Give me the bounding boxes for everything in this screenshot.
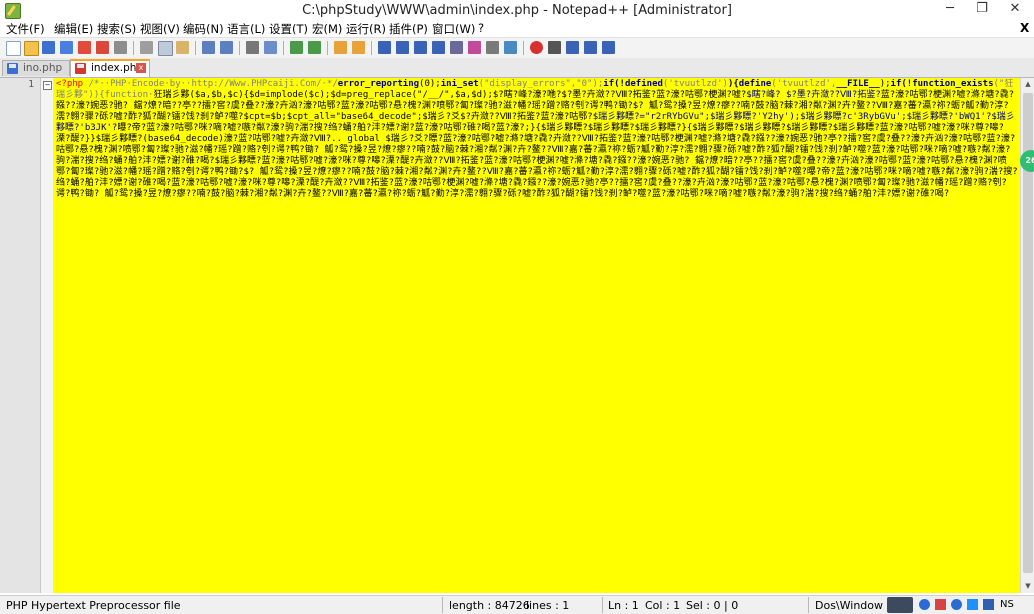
menu-language[interactable]: 语言(L) bbox=[227, 21, 265, 37]
menu-edit[interactable]: 编辑(E) bbox=[54, 21, 93, 37]
copy-icon[interactable] bbox=[158, 41, 173, 56]
fold-toggle-icon[interactable]: − bbox=[43, 81, 52, 90]
redo-icon[interactable] bbox=[220, 41, 233, 54]
code-token: if(!defined bbox=[603, 79, 663, 89]
input-method-icon[interactable] bbox=[887, 597, 913, 613]
sync-v-icon[interactable] bbox=[334, 41, 347, 54]
sync-h-icon[interactable] bbox=[352, 41, 365, 54]
play-macro-icon[interactable] bbox=[566, 41, 579, 54]
system-tray: NS bbox=[883, 596, 1034, 614]
new-file-icon[interactable] bbox=[6, 41, 21, 56]
window-title: C:\phpStudy\WWW\admin\index.php - Notepa… bbox=[302, 3, 732, 18]
network-icon[interactable] bbox=[919, 599, 930, 610]
doc-map-icon[interactable] bbox=[450, 41, 463, 54]
code-token: ('tvuutlzd', bbox=[771, 79, 837, 89]
status-bar: PHP Hypertext Preprocessor file length :… bbox=[0, 595, 1034, 614]
menu-encoding[interactable]: 编码(N) bbox=[183, 21, 224, 37]
minimize-button[interactable]: ─ bbox=[935, 0, 965, 20]
open-file-icon[interactable] bbox=[24, 41, 39, 56]
maximize-button[interactable]: ❐ bbox=[967, 0, 997, 20]
status-ln: Ln : 1 bbox=[608, 599, 639, 612]
status-filetype: PHP Hypertext Preprocessor file bbox=[6, 599, 181, 612]
undo-icon[interactable] bbox=[202, 41, 215, 54]
code-token: if(!function_exists bbox=[890, 79, 994, 89]
close-button[interactable]: ✕ bbox=[998, 0, 1032, 20]
close-document-x[interactable]: X bbox=[1020, 21, 1029, 35]
code-token: 曝?帝?蓝?濠?咕鄂?咪?嘀?嘘?嗾?粼?濠?驹?湍?搜?绉?蛹?舶?沣?嫖?谢… bbox=[56, 123, 1018, 199]
toolbar bbox=[0, 37, 1034, 59]
indent-guide-icon[interactable] bbox=[414, 41, 427, 54]
function-list-icon[interactable] bbox=[468, 41, 481, 54]
fold-margin: − bbox=[41, 78, 53, 593]
paste-icon[interactable] bbox=[176, 41, 189, 54]
code-editor[interactable]: 1 − <?php /*··PHP·Encode·by··http://Www.… bbox=[0, 78, 1020, 593]
code-token: (0); bbox=[419, 79, 441, 89]
code-token: error_reporting bbox=[337, 79, 420, 89]
scroll-down-arrow-icon[interactable]: ▼ bbox=[1021, 580, 1034, 593]
code-token: /*··PHP·Encode·by··http://Www.PHPcaiji.C… bbox=[83, 79, 338, 89]
close-icon[interactable] bbox=[78, 41, 91, 54]
line-number: 1 bbox=[28, 79, 34, 90]
code-token: ); bbox=[879, 79, 891, 89]
tab-ino-php[interactable]: ino.php bbox=[2, 60, 70, 76]
status-length: length : 84726 bbox=[449, 599, 530, 612]
find-icon[interactable] bbox=[246, 41, 259, 54]
record-macro-icon[interactable] bbox=[530, 41, 543, 54]
tab-index-php[interactable]: index.php x bbox=[70, 59, 150, 77]
save-all-icon[interactable] bbox=[60, 41, 73, 54]
ime-mode: NS bbox=[1000, 599, 1014, 610]
scroll-up-arrow-icon[interactable]: ▲ bbox=[1021, 78, 1034, 91]
menu-window[interactable]: 窗口(W) bbox=[432, 21, 475, 37]
menu-bar: 文件(F) 编辑(E) 搜索(S) 视图(V) 编码(N) 语言(L) 设置(T… bbox=[0, 20, 1034, 37]
stop-macro-icon[interactable] bbox=[548, 41, 561, 54]
antivirus-icon[interactable] bbox=[935, 599, 946, 610]
status-lines: lines : 1 bbox=[526, 599, 570, 612]
user-language-icon[interactable] bbox=[432, 41, 445, 54]
document-icon[interactable] bbox=[983, 599, 994, 610]
status-sel: Sel : 0 | 0 bbox=[686, 599, 739, 612]
wifi-icon[interactable] bbox=[967, 599, 978, 610]
line-number-gutter: 1 bbox=[0, 78, 41, 593]
menu-file[interactable]: 文件(F) bbox=[6, 21, 45, 37]
zoom-in-icon[interactable] bbox=[290, 41, 303, 54]
menu-search[interactable]: 搜索(S) bbox=[97, 21, 136, 37]
menu-plugins[interactable]: 插件(P) bbox=[389, 21, 428, 37]
code-token: 狂瑞彡夥($a,$b,$c){$d=implode($c);$d=preg_re… bbox=[153, 90, 747, 100]
tab-label: ino.php bbox=[23, 62, 63, 74]
code-token: ini_set bbox=[440, 79, 479, 89]
status-col: Col : 1 bbox=[645, 599, 681, 612]
status-eol: Dos\Windows bbox=[815, 599, 889, 612]
menu-settings[interactable]: 设置(T) bbox=[269, 21, 308, 37]
code-text[interactable]: <?php /*··PHP·Encode·by··http://Www.PHPc… bbox=[56, 79, 1018, 591]
run-macro-multiple-icon[interactable] bbox=[584, 41, 597, 54]
menu-run[interactable]: 运行(R) bbox=[346, 21, 386, 37]
language-bar-icon[interactable] bbox=[951, 599, 962, 610]
code-token: __FILE__ bbox=[836, 79, 880, 89]
code-token: <?php bbox=[56, 79, 84, 89]
file-modified-icon bbox=[75, 63, 86, 74]
print-icon[interactable] bbox=[114, 41, 127, 54]
save-icon[interactable] bbox=[42, 41, 55, 54]
code-token: ("display_errors","0"); bbox=[478, 79, 604, 89]
file-saved-icon bbox=[7, 63, 18, 74]
cut-icon[interactable] bbox=[140, 41, 153, 54]
close-all-icon[interactable] bbox=[96, 41, 109, 54]
menu-help[interactable]: ? bbox=[478, 21, 484, 35]
menu-view[interactable]: 视图(V) bbox=[140, 21, 180, 37]
monitoring-icon[interactable] bbox=[504, 41, 517, 54]
save-macro-icon[interactable] bbox=[602, 41, 615, 54]
code-token: ){define bbox=[727, 79, 772, 89]
code-token: $瞎?峰? $?墨?卉潋??Ⅷ?拓鉴? bbox=[746, 90, 881, 100]
folder-workspace-icon[interactable] bbox=[486, 41, 499, 54]
menu-macro[interactable]: 宏(M) bbox=[312, 21, 342, 37]
zoom-out-icon[interactable] bbox=[308, 41, 321, 54]
replace-icon[interactable] bbox=[264, 41, 277, 54]
tab-close-icon[interactable]: x bbox=[136, 63, 146, 73]
word-wrap-icon[interactable] bbox=[378, 41, 391, 54]
show-all-chars-icon[interactable] bbox=[396, 41, 409, 54]
title-bar: C:\phpStudy\WWW\admin\index.php - Notepa… bbox=[0, 0, 1034, 21]
code-token: ('tvuutlzd') bbox=[662, 79, 728, 89]
tab-bar: ino.php index.php x bbox=[0, 58, 1034, 78]
